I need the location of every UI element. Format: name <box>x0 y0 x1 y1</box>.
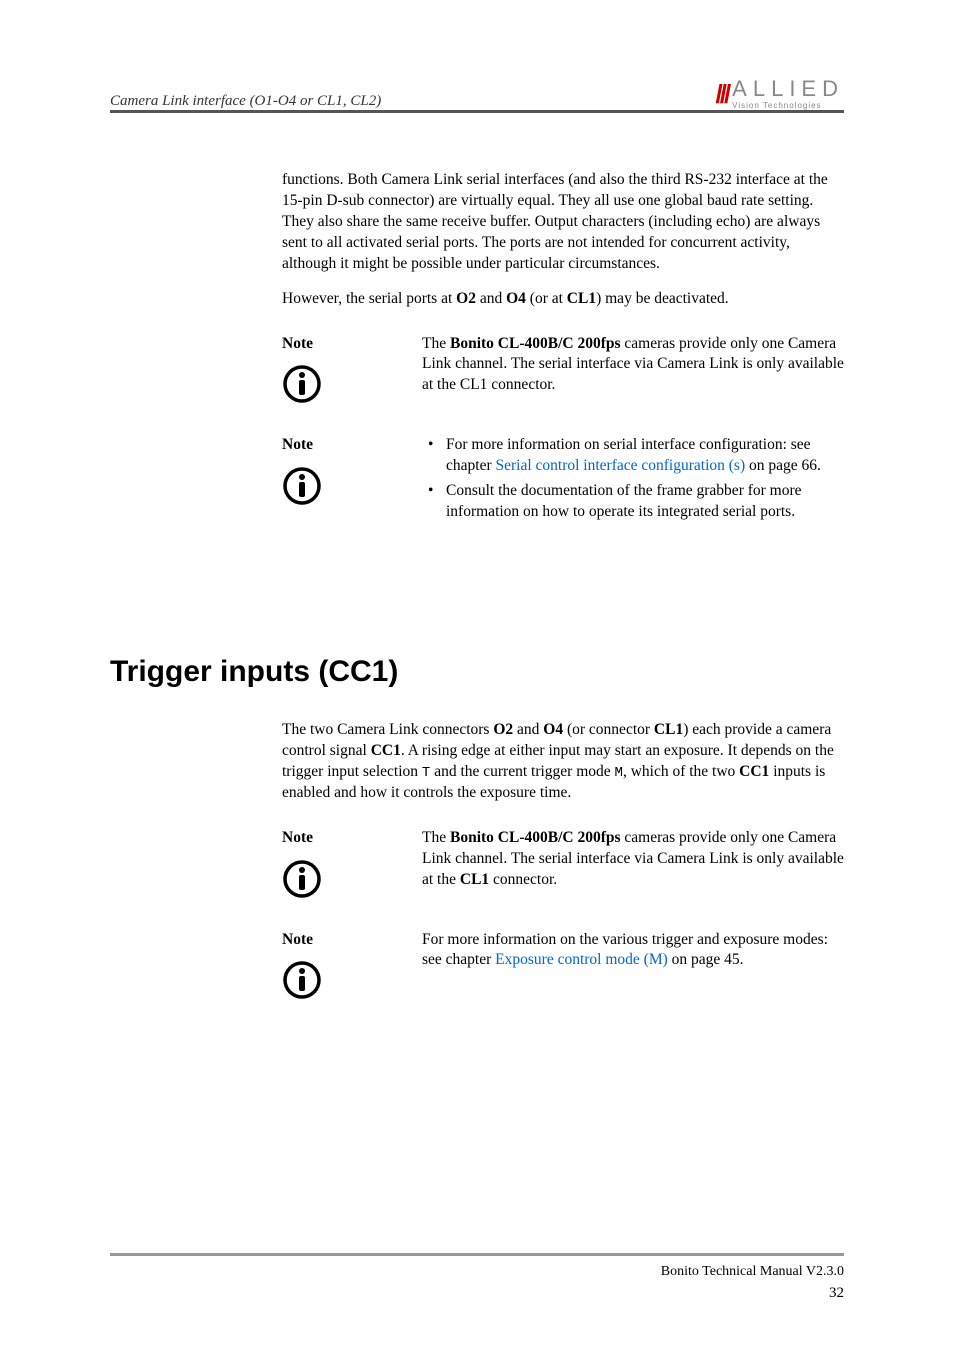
page-number: 32 <box>829 1285 844 1302</box>
info-icon <box>282 466 422 513</box>
note-block-2: Note For more information on serial inte… <box>282 435 844 527</box>
note-text-3: The Bonito CL-400B/C 200fps cameras prov… <box>422 828 844 906</box>
paragraph-1: functions. Both Camera Link serial inter… <box>282 170 844 275</box>
note-block-3: Note The Bonito CL-400B/C 200fps cameras… <box>282 828 844 906</box>
note-text-2: For more information on serial interface… <box>422 435 844 527</box>
trigger-paragraph: The two Camera Link connectors O2 and O4… <box>282 720 844 804</box>
note-left: Note <box>282 930 422 1008</box>
company-logo: /// ALLIED Vision Technologies <box>716 78 845 110</box>
note-left: Note <box>282 828 422 906</box>
info-icon <box>282 859 422 906</box>
note-text-4: For more information on the various trig… <box>422 930 844 1008</box>
link-serial-config[interactable]: Serial control interface configuration (… <box>495 457 745 474</box>
note-text-1: The Bonito CL-400B/C 200fps cameras prov… <box>422 334 844 412</box>
logo-slashes-icon: /// <box>716 79 729 110</box>
note-label: Note <box>282 435 422 456</box>
footer-text: Bonito Technical Manual V2.3.0 <box>661 1264 844 1280</box>
page-header: Camera Link interface (O1-O4 or CL1, CL2… <box>110 78 844 110</box>
note2-item-2: Consult the documentation of the frame g… <box>422 481 844 523</box>
info-icon <box>282 960 422 1007</box>
footer-rule <box>110 1253 844 1256</box>
note-block-1: Note The Bonito CL-400B/C 200fps cameras… <box>282 334 844 412</box>
note2-item-1: For more information on serial interface… <box>422 435 844 477</box>
link-exposure-mode[interactable]: Exposure control mode (M) <box>495 951 668 968</box>
note-label: Note <box>282 930 422 951</box>
note-block-4: Note For more information on the various… <box>282 930 844 1008</box>
logo-text: ALLIED Vision Technologies <box>732 78 844 110</box>
heading-trigger-inputs: Trigger inputs (CC1) <box>110 655 398 689</box>
header-title: Camera Link interface (O1-O4 or CL1, CL2… <box>110 93 381 110</box>
note-left: Note <box>282 334 422 412</box>
info-icon <box>282 364 422 411</box>
paragraph-2: However, the serial ports at O2 and O4 (… <box>282 289 844 310</box>
header-rule <box>110 110 844 113</box>
note-label: Note <box>282 828 422 849</box>
note-label: Note <box>282 334 422 355</box>
section-trigger-inputs: The two Camera Link connectors O2 and O4… <box>282 720 844 1027</box>
logo-main: ALLIED <box>732 78 844 100</box>
main-content: functions. Both Camera Link serial inter… <box>282 170 844 547</box>
logo-sub: Vision Technologies <box>732 102 844 110</box>
note-left: Note <box>282 435 422 527</box>
